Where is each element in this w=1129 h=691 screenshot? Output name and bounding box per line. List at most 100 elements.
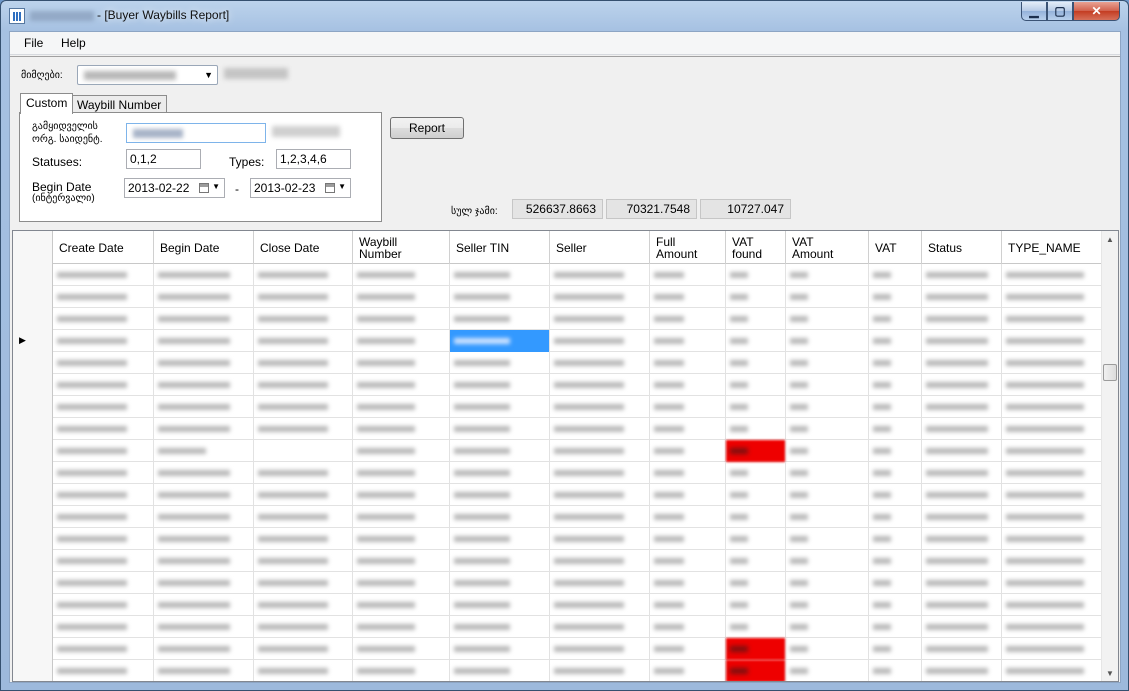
table-cell[interactable] xyxy=(1002,528,1103,550)
table-cell[interactable] xyxy=(53,396,154,418)
table-cell[interactable] xyxy=(154,440,254,462)
table-cell[interactable] xyxy=(254,660,353,681)
chevron-down-icon[interactable]: ▼ xyxy=(338,182,346,191)
table-cell[interactable] xyxy=(154,374,254,396)
grid-corner-header[interactable] xyxy=(13,231,53,264)
table-cell[interactable] xyxy=(53,440,154,462)
table-cell[interactable] xyxy=(353,528,450,550)
table-cell[interactable] xyxy=(726,550,786,572)
table-cell[interactable] xyxy=(254,374,353,396)
table-cell[interactable] xyxy=(922,506,1002,528)
table-cell[interactable] xyxy=(154,572,254,594)
table-cell[interactable] xyxy=(786,286,869,308)
table-row[interactable] xyxy=(53,286,1103,308)
table-row[interactable] xyxy=(53,352,1103,374)
table-cell[interactable] xyxy=(154,308,254,330)
table-row[interactable] xyxy=(53,264,1103,286)
table-cell[interactable] xyxy=(726,462,786,484)
table-cell[interactable] xyxy=(154,462,254,484)
table-cell[interactable] xyxy=(726,506,786,528)
table-cell[interactable] xyxy=(869,660,922,681)
row-header[interactable]: ▶ xyxy=(13,330,53,352)
row-header[interactable] xyxy=(13,352,53,374)
table-cell[interactable] xyxy=(726,638,786,660)
table-cell[interactable] xyxy=(869,440,922,462)
table-cell[interactable] xyxy=(786,616,869,638)
table-cell[interactable] xyxy=(869,506,922,528)
table-cell[interactable] xyxy=(922,286,1002,308)
statuses-input[interactable]: 0,1,2 xyxy=(126,149,201,169)
table-cell[interactable] xyxy=(353,638,450,660)
table-cell[interactable] xyxy=(154,506,254,528)
table-cell[interactable] xyxy=(254,418,353,440)
table-cell[interactable] xyxy=(353,484,450,506)
table-cell[interactable] xyxy=(869,462,922,484)
column-header[interactable]: Waybill Number xyxy=(353,231,450,264)
receiver-combobox[interactable]: ▼ xyxy=(77,65,218,85)
table-cell[interactable] xyxy=(922,594,1002,616)
table-cell[interactable] xyxy=(922,396,1002,418)
table-cell[interactable] xyxy=(53,550,154,572)
calendar-icon[interactable] xyxy=(325,183,335,193)
table-cell[interactable] xyxy=(726,330,786,352)
table-cell[interactable] xyxy=(154,418,254,440)
table-cell[interactable] xyxy=(550,506,650,528)
table-cell[interactable] xyxy=(254,616,353,638)
table-cell[interactable] xyxy=(922,308,1002,330)
table-cell[interactable] xyxy=(353,264,450,286)
table-cell[interactable] xyxy=(650,528,726,550)
table-row[interactable] xyxy=(53,462,1103,484)
table-cell[interactable] xyxy=(726,352,786,374)
table-cell[interactable] xyxy=(922,528,1002,550)
table-cell[interactable] xyxy=(650,418,726,440)
table-cell[interactable] xyxy=(550,550,650,572)
table-cell[interactable] xyxy=(1002,616,1103,638)
table-cell[interactable] xyxy=(53,616,154,638)
table-cell[interactable] xyxy=(450,616,550,638)
chevron-down-icon[interactable]: ▼ xyxy=(204,70,213,80)
table-cell[interactable] xyxy=(154,264,254,286)
table-cell[interactable] xyxy=(1002,330,1103,352)
table-cell[interactable] xyxy=(1002,418,1103,440)
table-cell[interactable] xyxy=(450,374,550,396)
table-cell[interactable] xyxy=(154,330,254,352)
table-cell[interactable] xyxy=(450,506,550,528)
table-cell[interactable] xyxy=(786,506,869,528)
menu-file[interactable]: File xyxy=(24,36,43,50)
table-cell[interactable] xyxy=(726,418,786,440)
table-cell[interactable] xyxy=(53,638,154,660)
table-cell[interactable] xyxy=(869,594,922,616)
table-cell[interactable] xyxy=(869,572,922,594)
row-header[interactable] xyxy=(13,264,53,286)
table-cell[interactable] xyxy=(353,308,450,330)
table-cell[interactable] xyxy=(53,462,154,484)
table-cell[interactable] xyxy=(786,440,869,462)
table-cell[interactable] xyxy=(154,638,254,660)
table-cell[interactable] xyxy=(650,506,726,528)
table-cell[interactable] xyxy=(353,374,450,396)
column-header[interactable]: VAT Amount xyxy=(786,231,869,264)
table-cell[interactable] xyxy=(786,418,869,440)
table-cell[interactable] xyxy=(254,286,353,308)
table-cell[interactable] xyxy=(650,484,726,506)
table-cell[interactable] xyxy=(869,418,922,440)
table-cell[interactable] xyxy=(254,594,353,616)
table-cell[interactable] xyxy=(869,286,922,308)
table-cell[interactable] xyxy=(154,594,254,616)
table-cell[interactable] xyxy=(786,462,869,484)
table-cell[interactable] xyxy=(53,660,154,681)
table-cell[interactable] xyxy=(1002,506,1103,528)
row-header[interactable] xyxy=(13,308,53,330)
table-cell[interactable] xyxy=(53,506,154,528)
table-cell[interactable] xyxy=(450,308,550,330)
table-cell[interactable] xyxy=(550,594,650,616)
table-cell[interactable] xyxy=(550,308,650,330)
table-cell[interactable] xyxy=(450,660,550,681)
table-cell[interactable] xyxy=(922,352,1002,374)
table-cell[interactable] xyxy=(1002,286,1103,308)
table-cell[interactable] xyxy=(154,396,254,418)
table-row[interactable] xyxy=(53,330,1103,352)
table-cell[interactable] xyxy=(154,616,254,638)
table-row[interactable] xyxy=(53,572,1103,594)
row-header[interactable] xyxy=(13,286,53,308)
